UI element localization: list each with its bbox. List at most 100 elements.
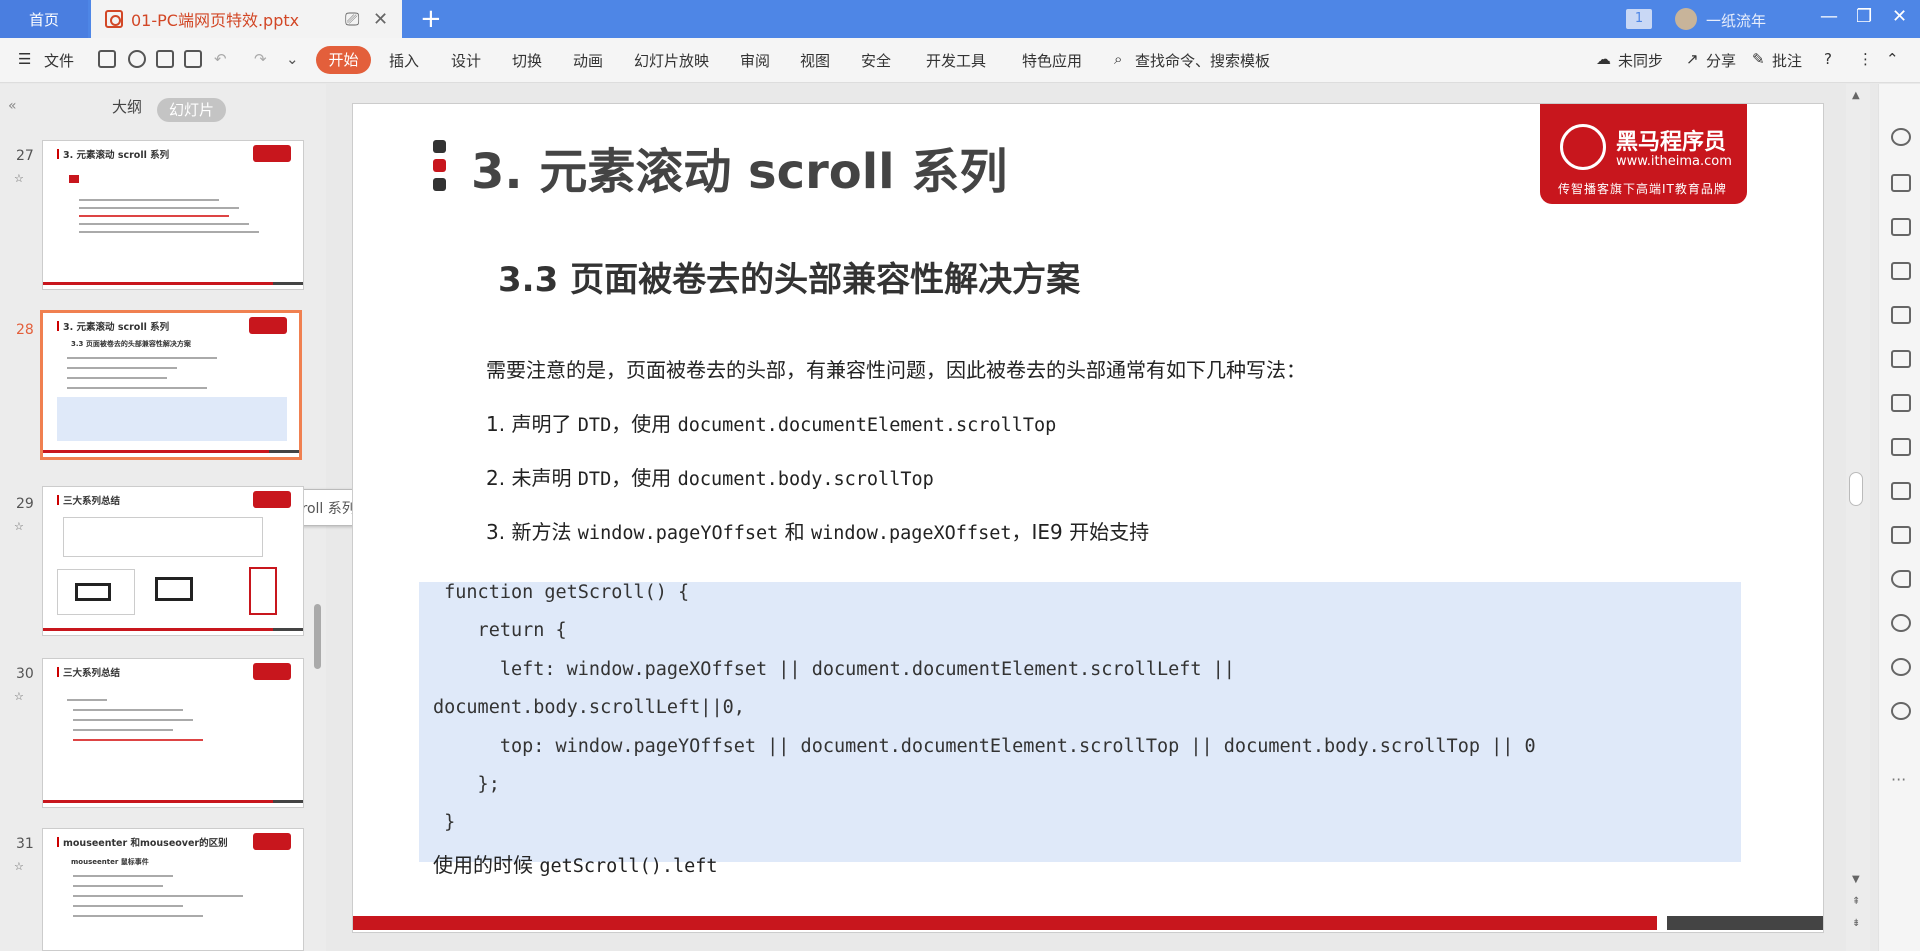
collapse-panel-icon[interactable]: « — [8, 98, 17, 114]
comment-icon[interactable]: ✎ — [1752, 50, 1765, 68]
code-line: document.body.scrollLeft||0, — [433, 697, 745, 718]
item-code: document.body.scrollTop — [677, 469, 934, 490]
print-icon[interactable] — [156, 50, 174, 68]
footer-bar — [353, 916, 1657, 930]
scroll-up-icon[interactable]: ▲ — [1852, 90, 1860, 101]
user-name[interactable]: 一纸流年 — [1706, 10, 1766, 31]
history-icon[interactable] — [1891, 658, 1911, 676]
tab-developer[interactable]: 开发工具 — [926, 50, 986, 71]
code-line: } — [433, 812, 456, 833]
tab-security[interactable]: 安全 — [861, 50, 891, 71]
slide-number: 31 — [16, 836, 34, 852]
monitor-icon[interactable]: ⎚ — [345, 9, 359, 30]
slide-thumbnail-28[interactable]: 3. 元素滚动 scroll 系列 3.3 页面被卷去的头部兼容性解决方案 — [40, 310, 302, 460]
thumb-logo — [253, 491, 291, 508]
share-button[interactable]: 分享 — [1706, 50, 1736, 71]
item-code: window.pageXOffset — [811, 523, 1012, 544]
slide-thumbnail-30[interactable]: 三大系列总结 — [42, 658, 304, 808]
tab-slideshow[interactable]: 幻灯片放映 — [634, 50, 709, 71]
window-count-badge[interactable]: 1 — [1626, 9, 1652, 29]
slide-subtitle[interactable]: 3.3 页面被卷去的头部兼容性解决方案 — [498, 252, 1080, 301]
list-item[interactable]: 1. 声明了 DTD，使用 document.documentElement.s… — [486, 408, 1056, 437]
star-magic-icon[interactable] — [1891, 128, 1911, 146]
tab-home-ribbon[interactable]: 开始 — [316, 46, 371, 74]
copy-style-icon[interactable] — [1891, 174, 1911, 192]
file-menu[interactable]: 文件 — [44, 50, 74, 71]
minimize-icon[interactable]: — — [1820, 6, 1838, 27]
tab-transition[interactable]: 切换 — [512, 50, 542, 71]
archive-icon[interactable] — [1891, 482, 1911, 500]
slide-number: 30 — [16, 666, 34, 682]
menu-icon[interactable]: ☰ — [18, 50, 31, 68]
usage-line[interactable]: 使用的时候 getScroll().left — [433, 849, 718, 878]
print-preview-icon[interactable] — [184, 50, 202, 68]
chart-icon[interactable] — [1891, 306, 1911, 324]
cloud-icon[interactable]: ☁ — [1596, 50, 1611, 68]
picture-icon[interactable] — [1891, 526, 1911, 544]
document-tab[interactable]: 01-PC端网页特效.pptx ⎚ ✕ — [91, 0, 402, 38]
code-block[interactable] — [419, 582, 1741, 862]
redo-icon[interactable]: ↷ — [254, 50, 267, 68]
tab-view[interactable]: 视图 — [800, 50, 830, 71]
help-icon[interactable]: ? — [1824, 50, 1832, 68]
format-painter-icon[interactable] — [128, 50, 146, 68]
slide-scrollbar[interactable]: ▲ ▼ ⇞ ⇟ — [1846, 84, 1870, 951]
item-lead: 1. 声明了 — [486, 412, 578, 436]
outline-view-tab[interactable]: 大纲 — [112, 96, 142, 117]
slide-canvas[interactable]: 3. 元素滚动 scroll 系列 黑马程序员 www.itheima.com … — [352, 103, 1824, 933]
right-toolbar: ··· — [1878, 84, 1920, 951]
slide-thumbnail-panel: « 大纲 幻灯片 27 ☆ 3. 元素滚动 scroll 系列 28 3. 元素… — [0, 84, 372, 951]
search-command[interactable]: 查找命令、搜索模板 — [1135, 50, 1270, 71]
more-icon[interactable]: ⋮ — [1858, 50, 1873, 68]
slides-view-tab[interactable]: 幻灯片 — [157, 98, 226, 122]
save-icon[interactable] — [98, 50, 116, 68]
comment-button[interactable]: 批注 — [1772, 50, 1802, 71]
close-tab-icon[interactable]: ✕ — [373, 9, 388, 30]
home-tab[interactable]: 首页 — [0, 0, 88, 38]
settings-sliders-icon[interactable] — [1891, 350, 1911, 368]
sync-status[interactable]: 未同步 — [1618, 50, 1663, 71]
document-tab-label: 01-PC端网页特效.pptx — [131, 11, 300, 30]
new-tab-button[interactable]: + — [420, 4, 442, 34]
tab-animation[interactable]: 动画 — [573, 50, 603, 71]
image-gallery-icon[interactable] — [1891, 394, 1911, 412]
slide-thumbnail-27[interactable]: 3. 元素滚动 scroll 系列 — [42, 140, 304, 290]
tab-review[interactable]: 审阅 — [740, 50, 770, 71]
intro-text[interactable]: 需要注意的是，页面被卷去的头部，有兼容性问题，因此被卷去的头部通常有如下几种写法… — [486, 354, 1306, 383]
shield-check-icon[interactable] — [1891, 614, 1911, 632]
tab-design[interactable]: 设计 — [451, 50, 481, 71]
slide-number: 27 — [16, 148, 34, 164]
close-window-icon[interactable]: ✕ — [1892, 6, 1907, 27]
layout-grid-icon[interactable] — [1891, 262, 1911, 280]
thumbnail-scrollbar[interactable] — [314, 604, 321, 669]
tab-features[interactable]: 特色应用 — [1022, 50, 1082, 71]
search-icon[interactable]: ⌕ — [1114, 50, 1122, 68]
animation-star-icon: ☆ — [14, 690, 24, 703]
more-dots-icon[interactable]: ··· — [1891, 770, 1906, 789]
undo-icon[interactable]: ↶ — [214, 50, 227, 68]
collapse-ribbon-icon[interactable]: ⌃ — [1886, 50, 1899, 68]
slide-thumbnail-29[interactable]: 三大系列总结 — [42, 486, 304, 636]
speaker-icon[interactable] — [1891, 570, 1911, 588]
slide-thumbnail-31[interactable]: mouseenter 和mouseover的区别 mouseenter 鼠标事件 — [42, 828, 304, 951]
avatar[interactable] — [1675, 8, 1697, 30]
tab-insert[interactable]: 插入 — [389, 50, 419, 71]
list-item[interactable]: 2. 未声明 DTD，使用 document.body.scrollTop — [486, 462, 934, 491]
list-item[interactable]: 3. 新方法 window.pageYOffset 和 window.pageX… — [486, 516, 1149, 545]
help-circle-icon[interactable] — [1891, 702, 1911, 720]
scroll-down-icon[interactable]: ▼ — [1852, 874, 1860, 885]
prev-slide-icon[interactable]: ⇞ — [1852, 896, 1860, 907]
slide-title[interactable]: 3. 元素滚动 scroll 系列 — [471, 132, 1007, 202]
shape-icon[interactable] — [1891, 218, 1911, 236]
more-tools-icon[interactable]: ⌄ — [286, 50, 299, 68]
export-icon[interactable] — [1891, 438, 1911, 456]
presentation-icon — [105, 10, 123, 28]
next-slide-icon[interactable]: ⇟ — [1852, 918, 1860, 929]
brand-logo: 黑马程序员 www.itheima.com 传智播客旗下高端IT教育品牌 — [1540, 104, 1747, 204]
logo-tagline: 传智播客旗下高端IT教育品牌 — [1558, 182, 1727, 196]
scroll-thumb[interactable] — [1849, 472, 1863, 506]
restore-icon[interactable]: ❐ — [1856, 6, 1872, 27]
share-icon[interactable]: ↗ — [1686, 50, 1699, 68]
item-lead: 3. 新方法 — [486, 520, 578, 544]
usage-label: 使用的时候 — [433, 853, 540, 877]
